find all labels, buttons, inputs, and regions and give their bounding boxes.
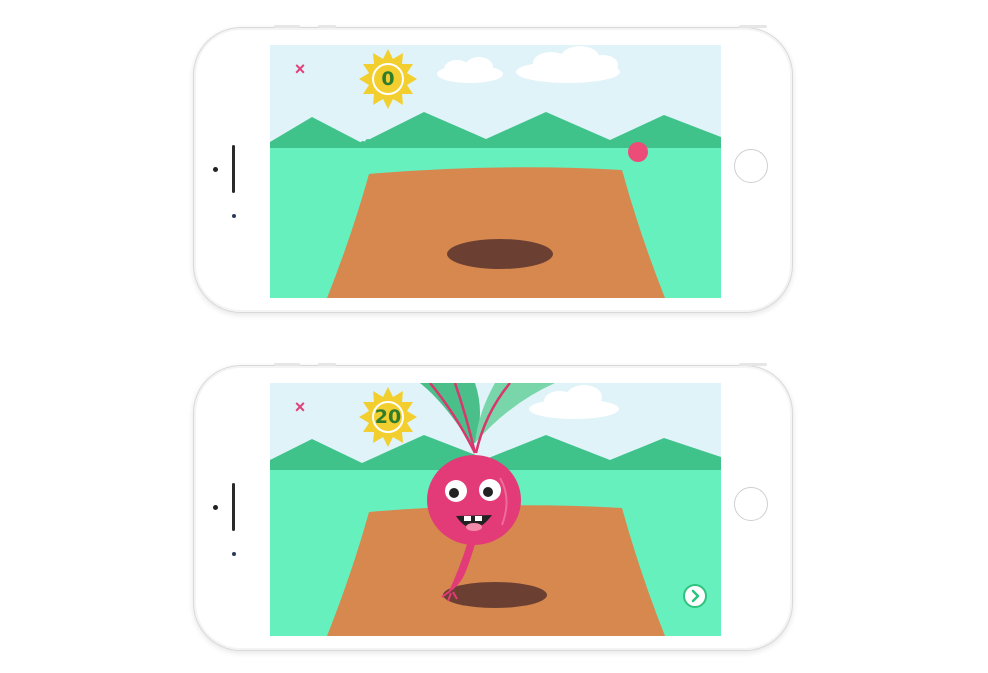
farm-scene	[270, 383, 721, 636]
score-counter: 20	[374, 406, 402, 428]
home-button[interactable]	[734, 487, 768, 521]
planting-hole	[443, 582, 547, 608]
close-icon[interactable]: ×	[290, 397, 310, 417]
power-button	[274, 25, 300, 28]
speaker-grille	[232, 483, 235, 531]
phone-frame-1: × 0	[193, 25, 793, 313]
proximity-sensor	[232, 214, 236, 218]
proximity-sensor	[232, 552, 236, 556]
volume-button	[318, 363, 336, 366]
farm-scene	[270, 45, 721, 298]
soil-patch	[327, 167, 665, 298]
next-button[interactable]	[683, 584, 707, 608]
chevron-right-icon	[691, 589, 700, 603]
volume-button	[318, 25, 336, 28]
seed-ball[interactable]	[628, 142, 648, 162]
speaker-grille	[232, 145, 235, 193]
close-icon[interactable]: ×	[290, 59, 310, 79]
game-screen-1[interactable]: × 0	[270, 45, 721, 298]
game-screen-2[interactable]: × 20	[270, 383, 721, 636]
side-button	[739, 25, 767, 28]
score-counter: 0	[381, 68, 395, 90]
phone-frame-2: × 20	[193, 363, 793, 651]
side-button	[739, 363, 767, 366]
front-camera	[213, 167, 218, 172]
power-button	[274, 363, 300, 366]
planting-hole	[447, 239, 553, 269]
sun-score-badge: 0	[357, 48, 419, 110]
home-button[interactable]	[734, 149, 768, 183]
front-camera	[213, 505, 218, 510]
sun-score-badge: 20	[357, 386, 419, 448]
